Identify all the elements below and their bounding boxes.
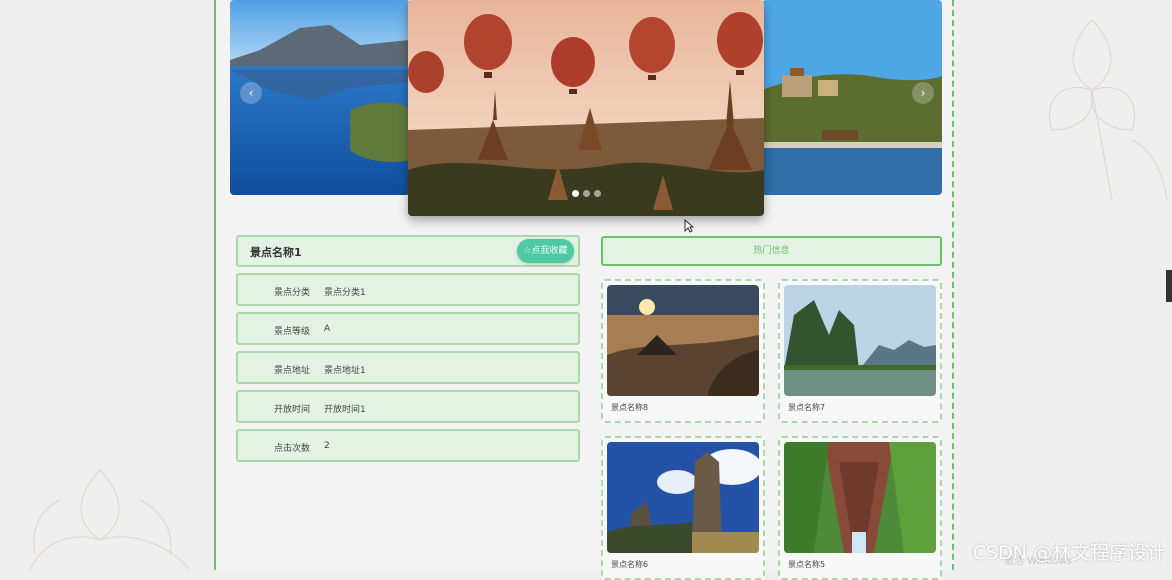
image-carousel[interactable]: ‹ ›: [230, 0, 942, 218]
flower-decoration-right: [1048, 19, 1168, 201]
carousel-prev-icon[interactable]: ‹: [240, 82, 262, 104]
main-content: ‹ › 景点名称1 ☆点我收藏 景点分类 景点分类1 景点等级 A 景点地址 景…: [214, 0, 954, 580]
hot-info-panel: 热门信息 景点名称8 景点名称7 景点名称6 景点名称5: [601, 236, 942, 580]
favorite-button[interactable]: ☆点我收藏: [517, 239, 574, 263]
detail-row-address: 景点地址 景点地址1: [236, 351, 580, 384]
hot-card-image[interactable]: [784, 442, 936, 553]
detail-row-clicks: 点击次数 2: [236, 429, 580, 462]
field-label: 开放时间: [273, 405, 310, 415]
carousel-next-icon[interactable]: ›: [912, 82, 934, 104]
field-label: 景点等级: [273, 327, 310, 337]
scrollbar-handle[interactable]: [1166, 270, 1172, 302]
scenic-spot-detail: 景点名称1 ☆点我收藏 景点分类 景点分类1 景点等级 A 景点地址 景点地址1…: [236, 235, 580, 468]
hot-card-caption[interactable]: 景点名称7: [788, 402, 825, 413]
field-label: 景点地址: [273, 366, 310, 376]
hot-card-image[interactable]: [607, 285, 759, 396]
field-value: 景点分类1: [324, 288, 366, 298]
hot-card[interactable]: 景点名称8: [601, 279, 765, 423]
flower-decoration-left: [29, 469, 191, 570]
carousel-dot-2[interactable]: [582, 190, 590, 197]
carousel-dot-3[interactable]: [593, 190, 601, 197]
field-value: A: [324, 324, 331, 334]
carousel-indicators: [408, 182, 764, 201]
detail-row-category: 景点分类 景点分类1: [236, 273, 580, 306]
hot-info-header[interactable]: 热门信息: [601, 236, 942, 266]
field-label: 景点分类: [273, 288, 310, 298]
spot-name: 景点名称1: [250, 246, 302, 259]
detail-row-open-time: 开放时间 开放时间1: [236, 390, 580, 423]
hot-card[interactable]: 景点名称5: [778, 436, 942, 580]
carousel-dot-1[interactable]: [571, 190, 579, 197]
hot-card-caption[interactable]: 景点名称6: [611, 559, 648, 570]
hot-card-caption[interactable]: 景点名称8: [611, 402, 648, 413]
field-label: 点击次数: [273, 444, 310, 454]
hot-card[interactable]: 景点名称6: [601, 436, 765, 580]
field-value: 景点地址1: [324, 366, 366, 376]
csdn-watermark: CSDN @林文程序设计: [972, 542, 1166, 564]
hot-card[interactable]: 景点名称7: [778, 279, 942, 423]
field-value: 2: [324, 441, 330, 451]
mouse-cursor-icon: [684, 219, 694, 233]
hot-card-image[interactable]: [784, 285, 936, 396]
detail-row-level: 景点等级 A: [236, 312, 580, 345]
field-value: 开放时间1: [324, 405, 366, 415]
detail-title-bar: 景点名称1 ☆点我收藏: [236, 235, 580, 267]
hot-card-caption[interactable]: 景点名称5: [788, 559, 825, 570]
hot-card-image[interactable]: [607, 442, 759, 553]
